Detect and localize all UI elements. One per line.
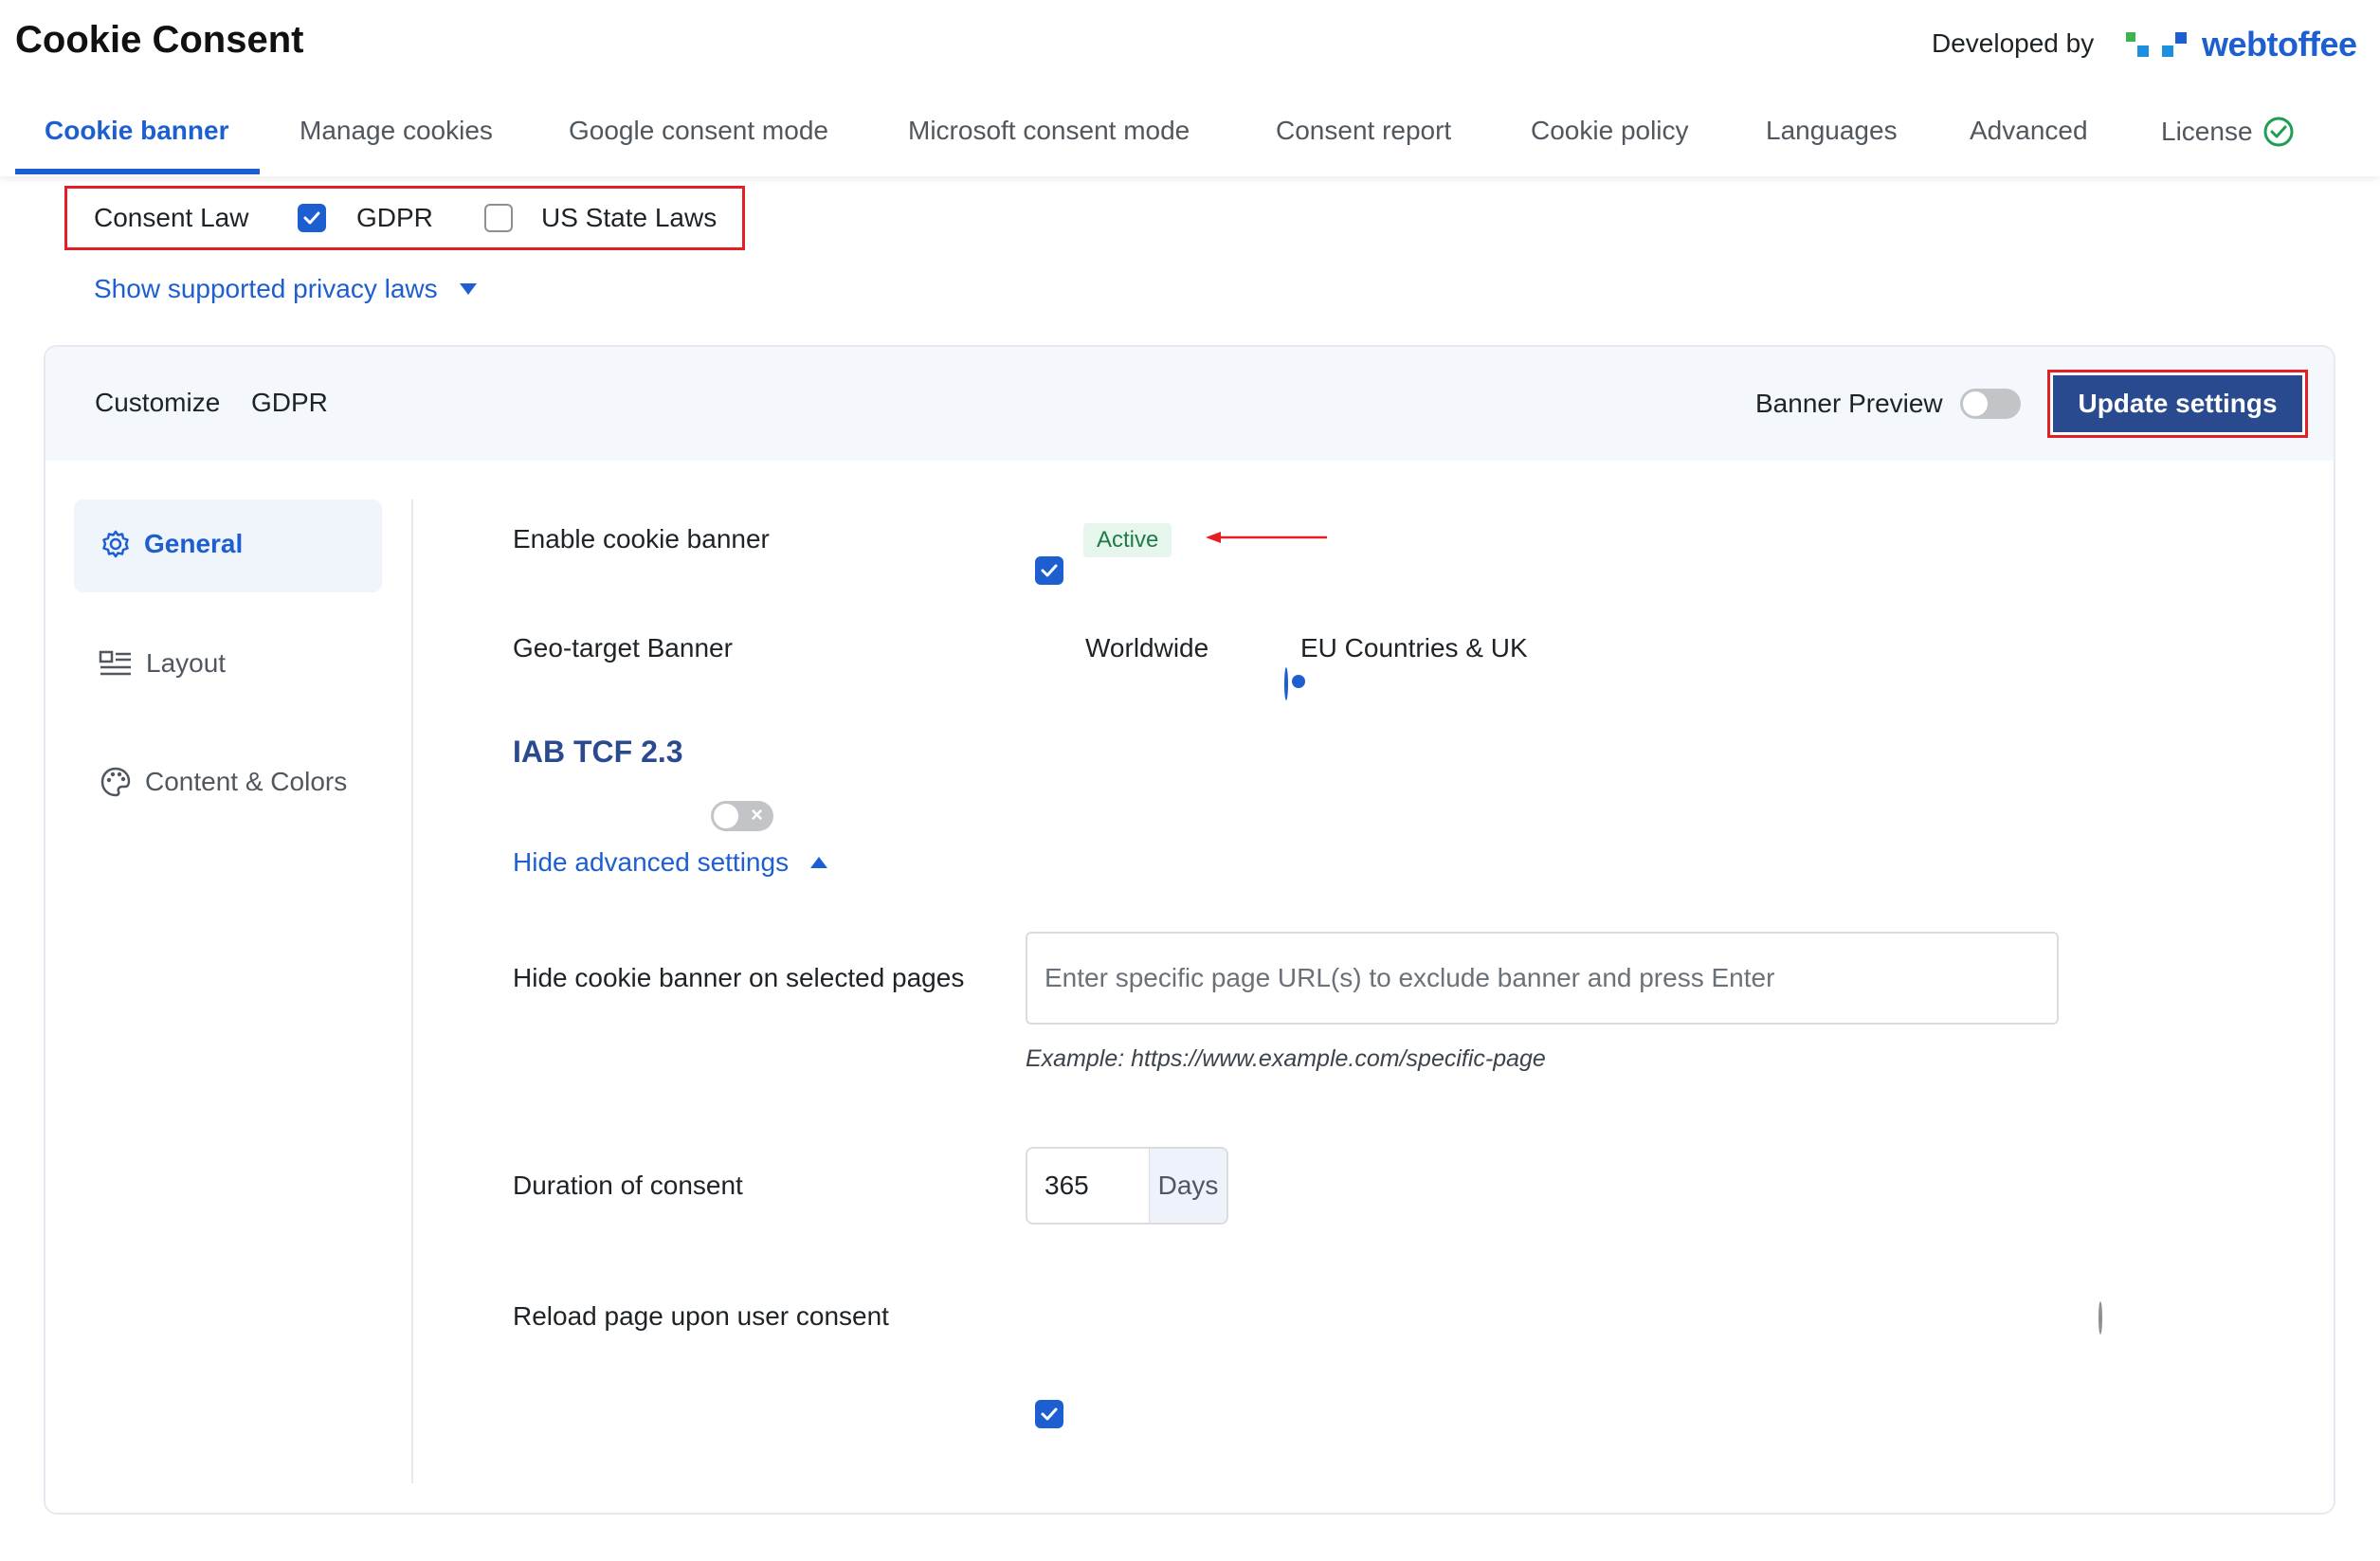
hide-banner-pages-label: Hide cookie banner on selected pages: [513, 963, 965, 992]
reload-on-consent-label: Reload page upon user consent: [513, 1301, 889, 1331]
webtoffee-logo: webtoffee: [2126, 25, 2357, 64]
duration-unit: Days: [1149, 1149, 1226, 1223]
webtoffee-logo-icon: [2126, 32, 2187, 57]
palette-icon: [100, 767, 131, 797]
eu-countries-uk-radio[interactable]: [1284, 667, 1288, 700]
main-tab-bar: Cookie banner Manage cookies Google cons…: [0, 95, 2380, 176]
gdpr-label: GDPR: [356, 203, 433, 232]
sidebar-item-content-colors-label: Content & Colors: [145, 767, 348, 796]
geo-target-label: Geo-target Banner: [513, 633, 733, 663]
enable-cookie-banner-checkbox[interactable]: [1035, 556, 1063, 585]
enable-cookie-banner-label: Enable cookie banner: [513, 524, 770, 554]
customize-panel: [44, 345, 2335, 1515]
app-title: Cookie Consent: [15, 19, 304, 61]
hide-advanced-settings-link[interactable]: Hide advanced settings: [513, 847, 828, 878]
eu-countries-uk-label: EU Countries & UK: [1300, 633, 1528, 663]
toggle-knob: [714, 804, 738, 828]
tab-manage-cookies[interactable]: Manage cookies: [300, 116, 493, 146]
tab-cookie-policy[interactable]: Cookie policy: [1531, 116, 1689, 146]
active-tab-indicator: [15, 169, 260, 174]
banner-preview-label: Banner Preview: [1755, 389, 1943, 418]
checkmark-icon: [303, 211, 320, 225]
update-settings-button[interactable]: Update settings: [2053, 375, 2302, 432]
tab-license[interactable]: License: [2161, 116, 2295, 148]
sidebar-item-general[interactable]: General: [100, 529, 243, 559]
gear-icon: [102, 530, 129, 558]
checkmark-icon: [1041, 1407, 1058, 1421]
sidebar-item-general-label: General: [144, 529, 244, 558]
caret-down-icon: [459, 283, 477, 295]
banner-preview-toggle[interactable]: [1960, 389, 2021, 419]
brand-name: webtoffee: [2202, 25, 2357, 64]
duration-input[interactable]: [1027, 1149, 1149, 1223]
customize-label: Customize: [95, 388, 221, 417]
duration-of-consent-label: Duration of consent: [513, 1171, 743, 1200]
hide-advanced-settings-label: Hide advanced settings: [513, 847, 790, 877]
toggle-knob: [1963, 391, 1988, 416]
url-example-hint: Example: https://www.example.com/specifi…: [1026, 1045, 1546, 1072]
iab-tcf-label: IAB TCF 2.3: [513, 735, 683, 769]
show-supported-laws-link[interactable]: Show supported privacy laws: [94, 274, 478, 304]
customize-law-name: GDPR: [251, 388, 328, 417]
tab-google-consent-mode[interactable]: Google consent mode: [569, 116, 828, 146]
tab-consent-report[interactable]: Consent report: [1276, 116, 1451, 146]
us-state-laws-label: US State Laws: [541, 203, 718, 232]
sidebar-item-layout-label: Layout: [146, 648, 227, 678]
checkmark-icon: [1041, 564, 1058, 577]
red-arrow-annotation: [1206, 532, 1327, 543]
update-settings-button-highlight: Update settings: [2047, 370, 2308, 438]
reload-on-consent-checkbox[interactable]: [1035, 1400, 1063, 1428]
worldwide-label: Worldwide: [1085, 633, 1209, 663]
worldwide-radio[interactable]: [2098, 1301, 2102, 1334]
tab-license-label: License: [2161, 117, 2253, 146]
consent-law-label: Consent Law: [94, 203, 249, 232]
tab-microsoft-consent-mode[interactable]: Microsoft consent mode: [908, 116, 1190, 146]
duration-input-group: Days: [1026, 1147, 1228, 1225]
sidebar-item-content-colors[interactable]: Content & Colors: [100, 766, 347, 798]
caret-up-icon: [810, 857, 828, 868]
check-circle-icon: [2263, 117, 2294, 147]
close-icon: ×: [751, 803, 763, 826]
layout-icon: [99, 650, 131, 676]
us-state-laws-checkbox[interactable]: [484, 204, 513, 232]
show-supported-laws-label: Show supported privacy laws: [94, 274, 438, 303]
active-status-badge: Active: [1083, 523, 1172, 557]
tab-advanced[interactable]: Advanced: [1970, 116, 2088, 146]
developed-by-label: Developed by: [1932, 28, 2095, 58]
gdpr-checkbox[interactable]: [298, 204, 326, 232]
consent-law-group: Consent Law GDPR US State Laws: [64, 186, 745, 250]
exclude-pages-url-input[interactable]: [1026, 932, 2059, 1025]
iab-tcf-toggle[interactable]: ×: [711, 801, 773, 831]
sidebar-divider: [411, 499, 413, 1483]
tab-languages[interactable]: Languages: [1766, 116, 1898, 146]
tab-cookie-banner[interactable]: Cookie banner: [45, 116, 228, 146]
sidebar-item-layout[interactable]: Layout: [99, 648, 226, 679]
